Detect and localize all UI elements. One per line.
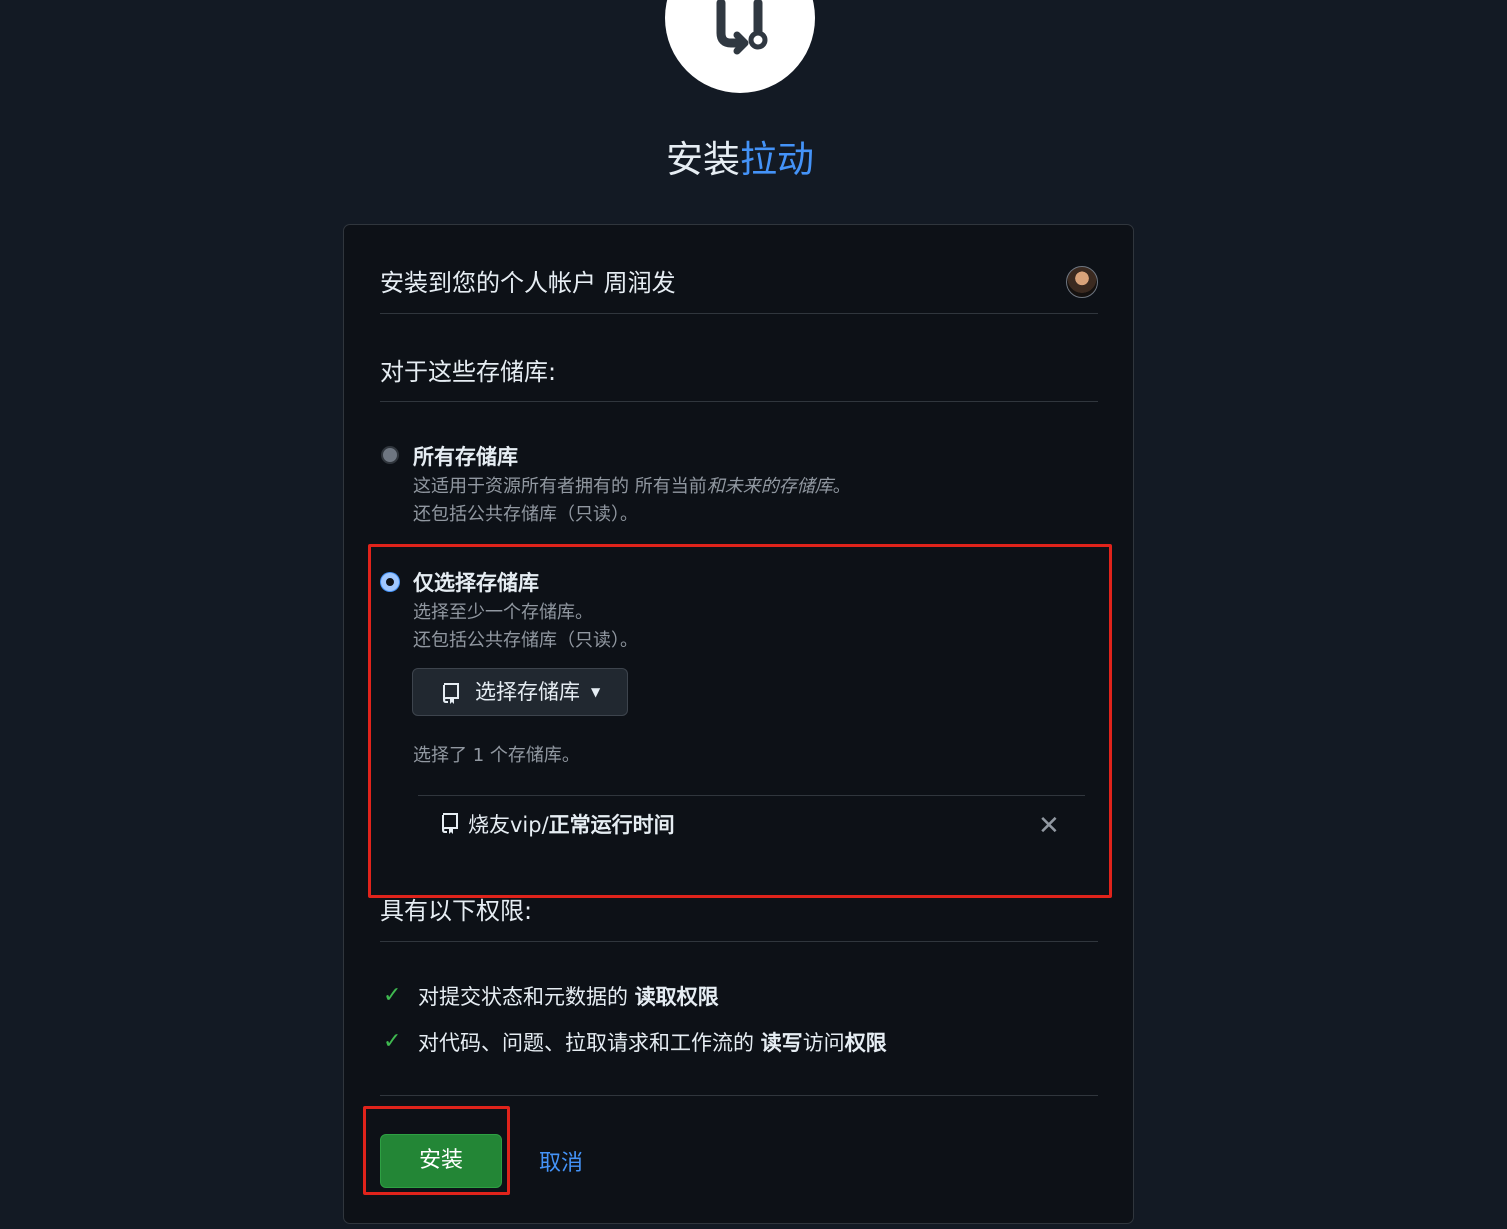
divider — [380, 313, 1098, 314]
repositories-heading: 对于这些存储库: — [380, 358, 557, 386]
all-repositories-label[interactable]: 所有存储库 — [413, 443, 518, 471]
page-title: 安装拉动 — [0, 132, 1480, 188]
cancel-link[interactable]: 取消 — [539, 1149, 583, 1179]
all-desc-prefix: 这适用于资源所有者拥有的 所有当前 — [413, 476, 707, 497]
permission-item: 对提交状态和元数据的 读取权限 — [418, 982, 719, 1012]
app-logo-icon — [716, 0, 768, 55]
app-name-link[interactable]: 拉动 — [740, 138, 814, 181]
page-title-prefix: 安装 — [666, 138, 740, 181]
highlight-box-selection — [368, 544, 1112, 898]
install-target-account: 安装到您的个人帐户 周润发 — [380, 269, 676, 297]
permissions-heading: 具有以下权限: — [380, 897, 533, 925]
divider — [380, 941, 1098, 942]
divider — [380, 1095, 1098, 1096]
avatar — [1066, 266, 1098, 298]
permission-level: 读取权限 — [634, 985, 719, 1009]
all-repositories-radio[interactable] — [381, 446, 399, 464]
permission-text: 访问 — [802, 1031, 845, 1055]
all-repositories-note: 还包括公共存储库（只读）。 — [413, 504, 638, 525]
check-icon: ✓ — [383, 1029, 402, 1054]
all-desc-suffix: 。 — [832, 476, 851, 497]
permission-text: 对提交状态和元数据的 — [418, 985, 635, 1009]
highlight-box-install — [363, 1106, 510, 1195]
permission-level: 权限 — [844, 1031, 887, 1055]
check-icon: ✓ — [383, 983, 402, 1008]
divider — [380, 401, 1098, 402]
permission-item: 对代码、问题、拉取请求和工作流的 读写访问权限 — [418, 1028, 887, 1058]
permission-level: 读写 — [760, 1031, 803, 1055]
all-repositories-desc: 这适用于资源所有者拥有的 所有当前和未来的存储库。 — [413, 473, 851, 500]
permission-text: 对代码、问题、拉取请求和工作流的 — [418, 1031, 761, 1055]
all-desc-italic: 和未来的存储库 — [706, 476, 833, 497]
app-logo — [665, 0, 815, 93]
